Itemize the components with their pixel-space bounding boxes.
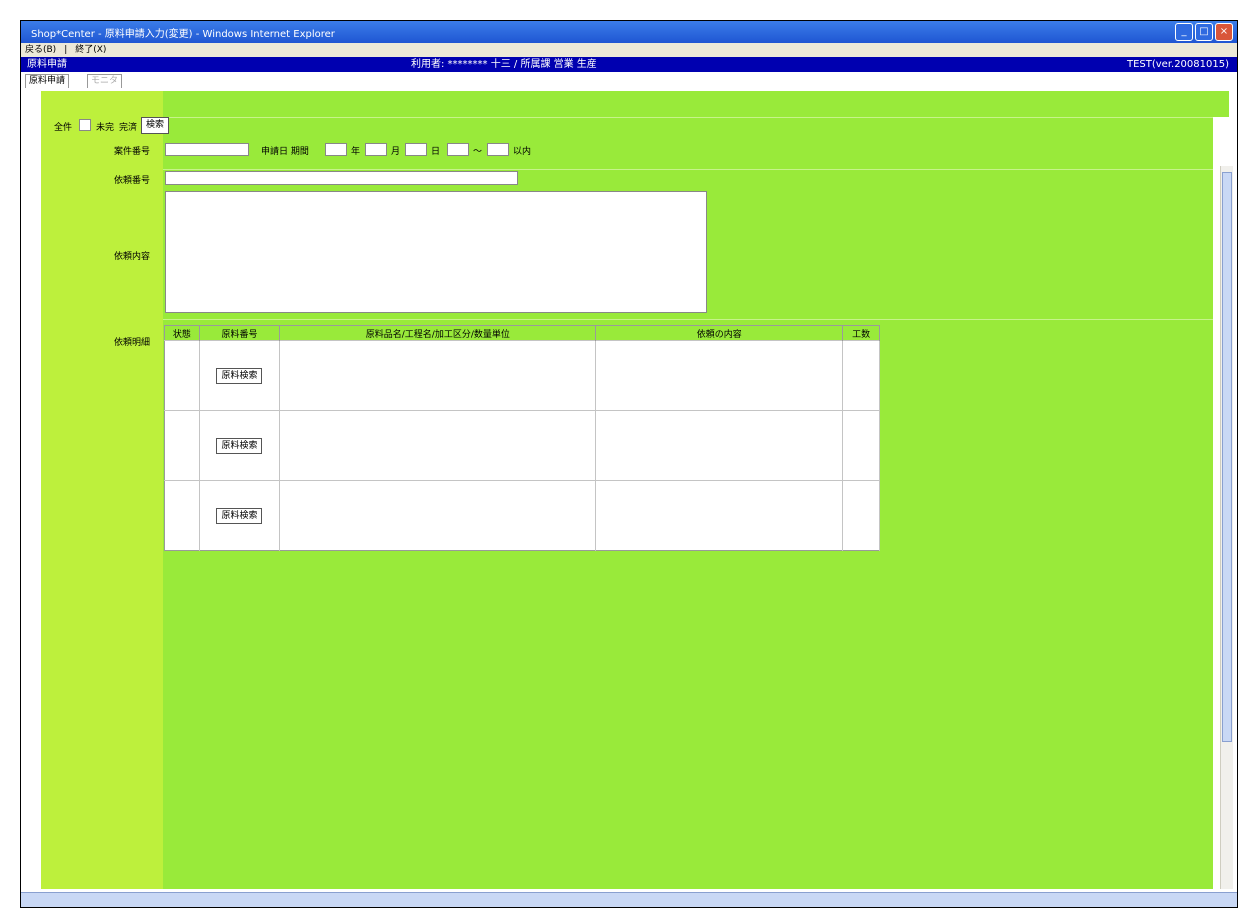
request-items-table: 状態 原料番号 原料品名/工程名/加工区分/数量単位 依頼の内容 工数 原料検索… [164,325,880,551]
material-number-cell: 原料検索 [199,410,281,481]
menu-divider: | [64,45,68,55]
until-label: 以内 [513,147,532,157]
radio-complete-label: 完済 [119,123,138,133]
user-info: 利用者: ******** 十三 / 所属課 営業 生産 [411,59,597,70]
material-number-cell: 原料検索 [199,340,281,411]
status-cell [164,480,200,551]
divider [163,117,1213,118]
year-label: 年 [351,147,361,157]
request-content-cell [595,480,844,551]
maximize-button[interactable]: □ [1195,23,1213,41]
column-request-content: 依頼の内容 [595,325,844,341]
vertical-scrollbar[interactable] [1220,166,1233,889]
minimize-button[interactable]: _ [1175,23,1193,41]
man-hours-cell [842,480,880,551]
horizontal-scrollbar[interactable] [21,892,1237,907]
divider [163,319,1213,320]
range-input[interactable] [447,143,469,156]
table-row: 原料検索 [164,340,880,411]
screen-name: 原料申請 [27,59,67,70]
material-search-button[interactable]: 原料検索 [216,367,263,384]
request-number-input[interactable] [165,171,518,185]
close-button[interactable]: × [1215,23,1233,41]
tab-monitor[interactable]: モニタ [87,74,123,88]
radio-pending-label: 未完 [96,123,115,133]
label-column [41,91,163,889]
window-controls: _ □ × [1175,23,1233,41]
case-number-label: 案件番号 [114,147,151,157]
title-bar: Shop*Center - 原料申請入力(変更) - Windows Inter… [21,21,1237,43]
table-row: 原料検索 [164,410,880,481]
material-name-cell [279,340,597,411]
material-search-button[interactable]: 原料検索 [216,507,263,524]
man-hours-cell [842,340,880,411]
table-header-row: 状態 原料番号 原料品名/工程名/加工区分/数量単位 依頼の内容 工数 [164,325,880,341]
until-input[interactable] [487,143,509,156]
request-content-label: 依頼内容 [114,252,151,262]
status-cell [164,340,200,411]
range-label: 〜 [473,147,483,157]
request-number-label: 依頼番号 [114,176,151,186]
month-input[interactable] [365,143,387,156]
divider [163,169,1213,170]
column-material-name: 原料品名/工程名/加工区分/数量単位 [279,325,597,341]
day-input[interactable] [405,143,427,156]
status-cell [164,410,200,481]
radio-all-label: 全件 [54,123,73,133]
column-material-number: 原料番号 [199,325,281,341]
material-name-cell [279,480,597,551]
request-content-cell [595,410,844,481]
material-search-button[interactable]: 原料検索 [216,437,263,454]
tab-row: 原料申請 モニタ [21,72,1237,88]
header-bar: 原料申請 利用者: ******** 十三 / 所属課 営業 生産 TEST(v… [21,57,1237,72]
month-label: 月 [391,147,401,157]
year-input[interactable] [325,143,347,156]
radio-all[interactable] [79,119,91,131]
browser-window: Shop*Center - 原料申請入力(変更) - Windows Inter… [20,20,1238,908]
column-status: 状態 [164,325,200,341]
material-number-cell: 原料検索 [199,480,281,551]
search-button[interactable]: 検索 [141,117,169,134]
scrollbar-thumb[interactable] [1222,172,1232,742]
window-title: Shop*Center - 原料申請入力(変更) - Windows Inter… [31,29,335,40]
table-row: 原料検索 [164,480,880,551]
day-label: 日 [431,147,441,157]
case-number-input[interactable] [165,143,249,156]
man-hours-cell [842,410,880,481]
tab-request[interactable]: 原料申請 [25,74,70,88]
back-menu-item[interactable]: 戻る(B) [21,43,60,57]
menu-bar: 戻る(B) | 終了(X) [21,43,1237,58]
version-info: TEST(ver.20081015) [1126,59,1229,70]
request-content-cell [595,340,844,411]
column-man-hours: 工数 [842,325,880,341]
request-content-textarea[interactable] [165,191,707,313]
material-name-cell [279,410,597,481]
exit-menu-item[interactable]: 終了(X) [71,43,110,57]
date-range-label: 申請日 期間 [261,147,309,157]
request-items-label: 依頼明細 [114,338,151,348]
